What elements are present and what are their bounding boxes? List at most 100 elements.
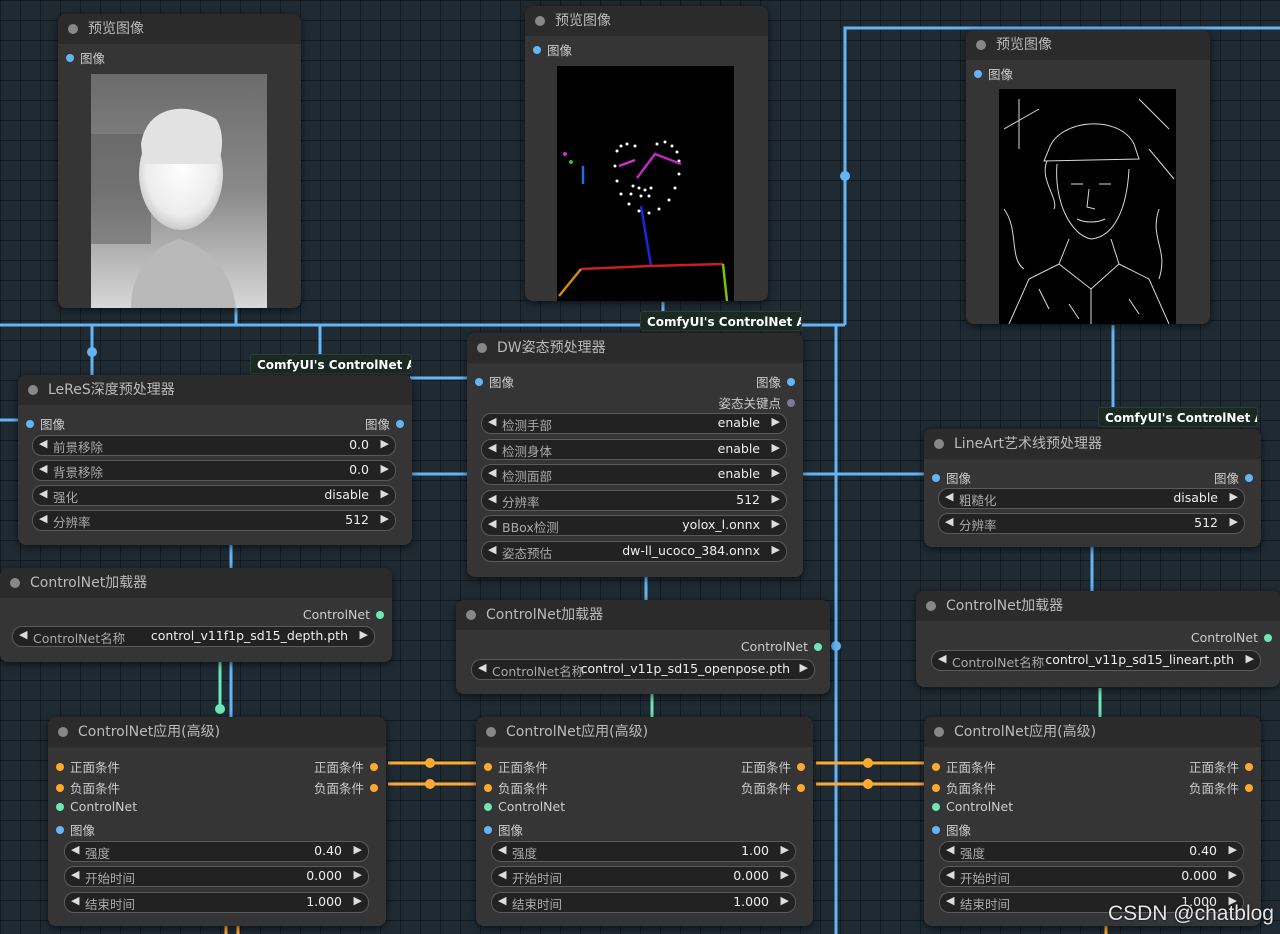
positive-input-dot-icon[interactable] bbox=[484, 762, 492, 771]
widget-start-percent[interactable]: ◀ 开始时间 0.000 ▶ bbox=[491, 866, 796, 887]
increment-arrow-icon[interactable]: ▶ bbox=[354, 843, 362, 856]
widget-end-percent[interactable]: ◀ 结束时间 1.000 ▶ bbox=[491, 892, 796, 913]
widget-pose-estimator[interactable]: ◀ 姿态预估 dw-ll_ucoco_384.onnx ▶ bbox=[481, 541, 787, 562]
positive-output-dot-icon[interactable] bbox=[370, 762, 378, 771]
preview-node-lineart[interactable]: 预览图像 图像 bbox=[966, 30, 1210, 324]
increment-arrow-icon[interactable]: ▶ bbox=[1229, 843, 1237, 856]
decrement-arrow-icon[interactable]: ◀ bbox=[488, 543, 496, 556]
image-input-dot-icon[interactable] bbox=[26, 419, 34, 428]
positive-output-dot-icon[interactable] bbox=[797, 762, 805, 771]
image-input-dot-icon[interactable] bbox=[475, 377, 483, 386]
node-title[interactable]: ControlNet应用(高级) bbox=[48, 717, 386, 747]
image-output-dot-icon[interactable] bbox=[787, 377, 795, 386]
controlnet-loader-node-lineart[interactable]: ControlNet加载器 ControlNet ◀ ControlNet名称 co… bbox=[916, 591, 1280, 687]
decrement-arrow-icon[interactable]: ◀ bbox=[39, 462, 47, 475]
controlnet-loader-node-openpose[interactable]: ControlNet加载器 ControlNet ◀ ControlNet名称 co… bbox=[456, 600, 830, 694]
controlnet-apply-node-3[interactable]: ControlNet应用(高级) 正面条件 正面条件 负面条件 负面条件 Con… bbox=[924, 717, 1261, 926]
controlnet-apply-node-1[interactable]: ControlNet应用(高级) 正面条件 正面条件 负面条件 负面条件 Con… bbox=[48, 717, 386, 926]
collapse-dot-icon[interactable] bbox=[68, 24, 78, 34]
controlnet-input-dot-icon[interactable] bbox=[932, 802, 940, 811]
image-output-dot-icon[interactable] bbox=[1245, 473, 1253, 482]
widget-bbox-detector[interactable]: ◀ BBox检测 yolox_l.onnx ▶ bbox=[481, 515, 787, 536]
dwpose-preprocessor-node[interactable]: DW姿态预处理器 图像 图像 姿态关键点 ◀ 检测手部 enable ▶ ◀ 检测身体 e… bbox=[467, 333, 803, 577]
keypoints-output-dot-icon[interactable] bbox=[787, 398, 795, 407]
node-title[interactable]: DW姿态预处理器 bbox=[467, 333, 803, 363]
increment-arrow-icon[interactable]: ▶ bbox=[772, 492, 780, 505]
widget-controlnet-name[interactable]: ◀ ControlNet名称 control_v11p_sd15_openpose.… bbox=[471, 659, 815, 680]
decrement-arrow-icon[interactable]: ◀ bbox=[71, 868, 79, 881]
decrement-arrow-icon[interactable]: ◀ bbox=[71, 843, 79, 856]
decrement-arrow-icon[interactable]: ◀ bbox=[488, 441, 496, 454]
positive-output-dot-icon[interactable] bbox=[1245, 762, 1253, 771]
decrement-arrow-icon[interactable]: ◀ bbox=[19, 628, 27, 641]
node-title[interactable]: ControlNet加载器 bbox=[0, 568, 392, 598]
image-input-dot-icon[interactable] bbox=[484, 825, 492, 834]
decrement-arrow-icon[interactable]: ◀ bbox=[488, 466, 496, 479]
widget-resolution[interactable]: ◀ 分辨率 512 ▶ bbox=[481, 490, 787, 511]
controlnet-apply-node-2[interactable]: ControlNet应用(高级) 正面条件 正面条件 负面条件 负面条件 Con… bbox=[476, 717, 813, 926]
decrement-arrow-icon[interactable]: ◀ bbox=[498, 868, 506, 881]
increment-arrow-icon[interactable]: ▶ bbox=[1229, 868, 1237, 881]
image-input-dot-icon[interactable] bbox=[66, 53, 74, 62]
increment-arrow-icon[interactable]: ▶ bbox=[800, 661, 808, 674]
widget-detect-face[interactable]: ◀ 检测面部 enable ▶ bbox=[481, 464, 787, 485]
controlnet-loader-node-depth[interactable]: ControlNet加载器 ControlNet ◀ ControlNet名称 co… bbox=[0, 568, 392, 662]
decrement-arrow-icon[interactable]: ◀ bbox=[488, 492, 496, 505]
widget-strength[interactable]: ◀ 强度 1.00 ▶ bbox=[491, 841, 796, 862]
controlnet-output-dot-icon[interactable] bbox=[376, 610, 384, 619]
increment-arrow-icon[interactable]: ▶ bbox=[1230, 490, 1238, 503]
decrement-arrow-icon[interactable]: ◀ bbox=[498, 843, 506, 856]
decrement-arrow-icon[interactable]: ◀ bbox=[478, 661, 486, 674]
decrement-arrow-icon[interactable]: ◀ bbox=[946, 843, 954, 856]
node-title[interactable]: LineArt艺术线预处理器 bbox=[924, 429, 1261, 459]
increment-arrow-icon[interactable]: ▶ bbox=[381, 462, 389, 475]
widget-detect-body[interactable]: ◀ 检测身体 enable ▶ bbox=[481, 439, 787, 460]
controlnet-input-dot-icon[interactable] bbox=[56, 802, 64, 811]
controlnet-input-dot-icon[interactable] bbox=[484, 802, 492, 811]
negative-input-dot-icon[interactable] bbox=[56, 783, 64, 792]
increment-arrow-icon[interactable]: ▶ bbox=[781, 843, 789, 856]
widget-end-percent[interactable]: ◀ 结束时间 1.000 ▶ bbox=[64, 892, 369, 913]
widget-strength[interactable]: ◀ 强度 0.40 ▶ bbox=[64, 841, 369, 862]
widget-foreground-removal[interactable]: ◀ 前景移除 0.0 ▶ bbox=[32, 435, 396, 456]
node-title[interactable]: ControlNet应用(高级) bbox=[924, 717, 1261, 747]
collapse-dot-icon[interactable] bbox=[466, 610, 476, 620]
widget-background-removal[interactable]: ◀ 背景移除 0.0 ▶ bbox=[32, 460, 396, 481]
increment-arrow-icon[interactable]: ▶ bbox=[772, 543, 780, 556]
decrement-arrow-icon[interactable]: ◀ bbox=[938, 652, 946, 665]
decrement-arrow-icon[interactable]: ◀ bbox=[488, 517, 496, 530]
collapse-dot-icon[interactable] bbox=[934, 727, 944, 737]
widget-controlnet-name[interactable]: ◀ ControlNet名称 control_v11p_sd15_lineart.p… bbox=[931, 650, 1261, 671]
increment-arrow-icon[interactable]: ▶ bbox=[781, 894, 789, 907]
decrement-arrow-icon[interactable]: ◀ bbox=[488, 415, 496, 428]
preview-node-openpose[interactable]: 预览图像 图像 bbox=[525, 6, 768, 301]
decrement-arrow-icon[interactable]: ◀ bbox=[498, 894, 506, 907]
increment-arrow-icon[interactable]: ▶ bbox=[1246, 652, 1254, 665]
increment-arrow-icon[interactable]: ▶ bbox=[360, 628, 368, 641]
node-title[interactable]: ControlNet加载器 bbox=[916, 591, 1280, 621]
increment-arrow-icon[interactable]: ▶ bbox=[781, 868, 789, 881]
negative-input-dot-icon[interactable] bbox=[484, 783, 492, 792]
decrement-arrow-icon[interactable]: ◀ bbox=[946, 894, 954, 907]
increment-arrow-icon[interactable]: ▶ bbox=[381, 512, 389, 525]
decrement-arrow-icon[interactable]: ◀ bbox=[945, 515, 953, 528]
positive-input-dot-icon[interactable] bbox=[56, 762, 64, 771]
increment-arrow-icon[interactable]: ▶ bbox=[772, 517, 780, 530]
widget-resolution[interactable]: ◀ 分辨率 512 ▶ bbox=[938, 513, 1245, 534]
widget-controlnet-name[interactable]: ◀ ControlNet名称 control_v11f1p_sd15_depth.p… bbox=[12, 626, 375, 647]
collapse-dot-icon[interactable] bbox=[58, 727, 68, 737]
positive-input-dot-icon[interactable] bbox=[932, 762, 940, 771]
image-input-dot-icon[interactable] bbox=[974, 69, 982, 78]
collapse-dot-icon[interactable] bbox=[28, 385, 38, 395]
decrement-arrow-icon[interactable]: ◀ bbox=[39, 487, 47, 500]
controlnet-output-dot-icon[interactable] bbox=[1264, 633, 1272, 642]
node-title[interactable]: ControlNet加载器 bbox=[456, 600, 830, 630]
widget-resolution[interactable]: ◀ 分辨率 512 ▶ bbox=[32, 510, 396, 531]
increment-arrow-icon[interactable]: ▶ bbox=[381, 487, 389, 500]
increment-arrow-icon[interactable]: ▶ bbox=[354, 868, 362, 881]
widget-start-percent[interactable]: ◀ 开始时间 0.000 ▶ bbox=[64, 866, 369, 887]
increment-arrow-icon[interactable]: ▶ bbox=[1230, 515, 1238, 528]
node-title[interactable]: 预览图像 bbox=[966, 30, 1210, 60]
increment-arrow-icon[interactable]: ▶ bbox=[772, 466, 780, 479]
widget-start-percent[interactable]: ◀ 开始时间 0.000 ▶ bbox=[939, 866, 1244, 887]
